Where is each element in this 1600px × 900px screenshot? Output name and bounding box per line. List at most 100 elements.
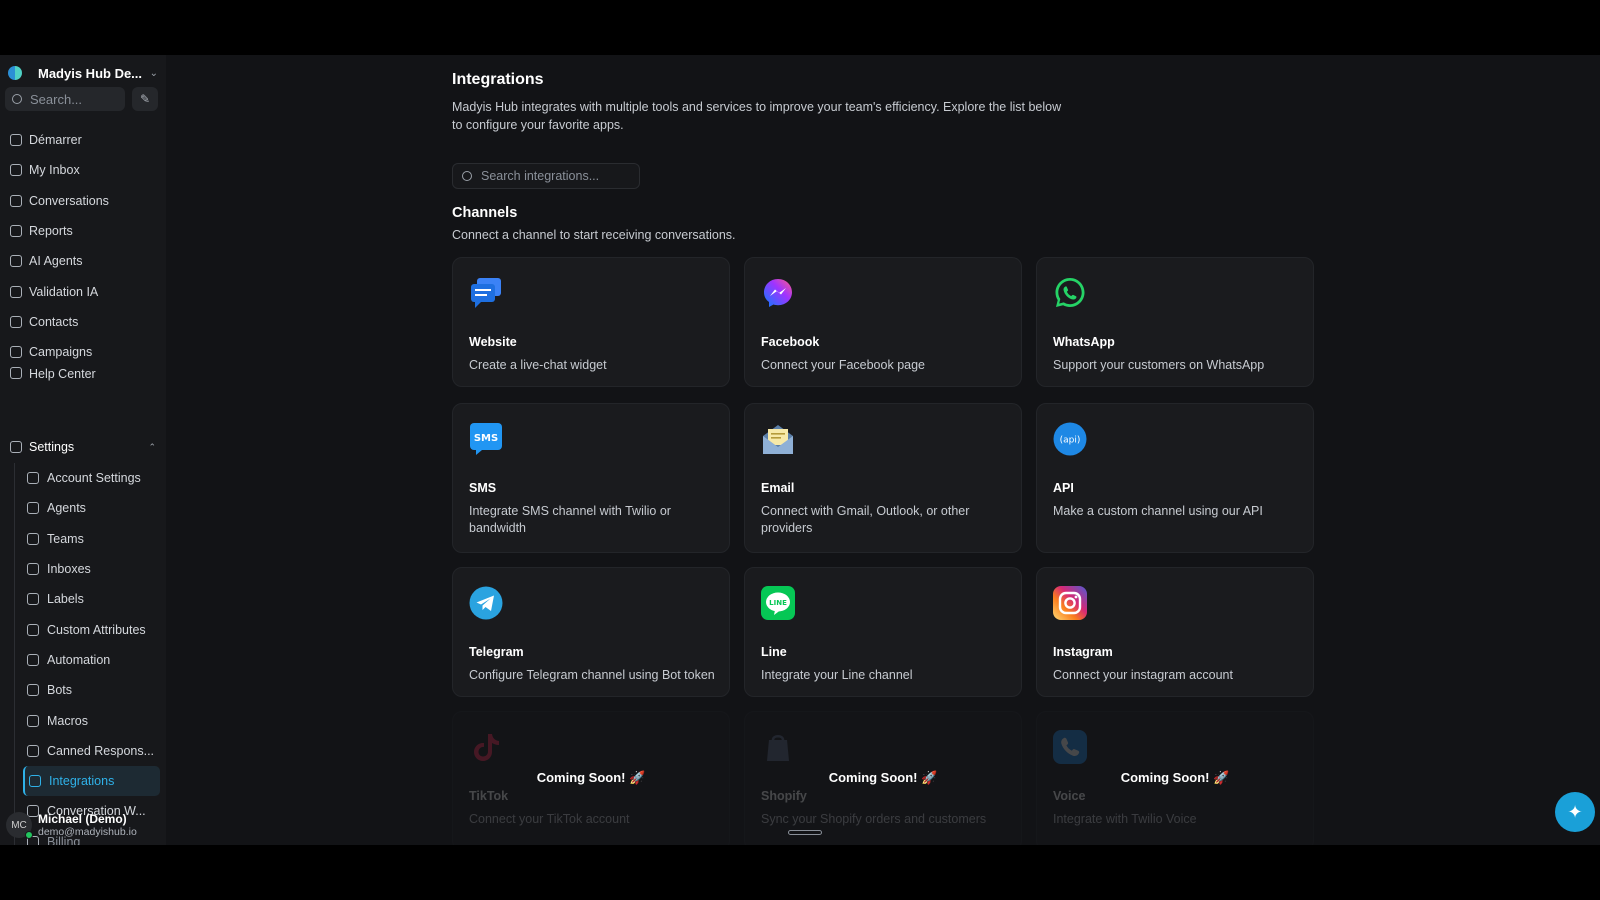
app-window: Madyis Hub De... ⌄ Search... ✎ Démarrer … [0, 55, 1600, 845]
coming-soon-card-tiktok: TikTok Connect your TikTok account Comin… [452, 711, 730, 845]
website-chat-icon [471, 278, 501, 308]
channel-description: Make a custom channel using our API [1053, 504, 1263, 518]
compose-icon: ✎ [139, 92, 151, 106]
chart-icon [10, 225, 22, 238]
channel-title: Shopify [761, 789, 807, 803]
coming-soon-label: Coming Soon! 🚀 [1120, 770, 1230, 785]
email-icon [763, 425, 793, 454]
settings-item-inboxes[interactable]: Inboxes [23, 554, 160, 584]
channel-card-website[interactable]: Website Create a live-chat widget [452, 257, 730, 387]
settings-item-integrations[interactable]: Integrations [23, 765, 160, 797]
scroll-indicator[interactable] [788, 830, 822, 835]
rocket-icon [10, 134, 22, 147]
section-title: Channels [452, 205, 518, 221]
search-icon [12, 94, 22, 104]
section-description: Connect a channel to start receiving con… [452, 228, 736, 242]
ai-assistant-button[interactable]: ✦ [1555, 792, 1595, 832]
channel-title: WhatsApp [1053, 335, 1115, 349]
nav-item-campaigns[interactable]: Campaigns [10, 337, 160, 367]
instagram-icon [1053, 586, 1087, 620]
nav-item-demarrer[interactable]: Démarrer [10, 125, 160, 155]
phone-icon [1053, 730, 1087, 764]
settings-item-agents[interactable]: Agents [23, 493, 160, 523]
messenger-icon [764, 279, 792, 307]
nav-item-reports[interactable]: Reports [10, 216, 160, 246]
channel-title: Website [469, 335, 517, 349]
settings-item-canned-responses[interactable]: Canned Respons... [23, 736, 160, 766]
book-icon [10, 367, 22, 380]
channel-card-api[interactable]: (api) API Make a custom channel using ou… [1036, 403, 1314, 553]
online-status-dot [25, 831, 33, 839]
nav-item-conversations[interactable]: Conversations [10, 186, 160, 216]
user-name: Michael (Demo) [38, 812, 127, 826]
channel-description: Support your customers on WhatsApp [1053, 358, 1265, 372]
chevron-up-icon: ⌃ [148, 441, 156, 452]
page-title: Integrations [452, 71, 544, 88]
channel-title: Voice [1053, 789, 1086, 803]
settings-item-automation[interactable]: Automation [23, 645, 160, 675]
channel-card-instagram[interactable]: Instagram Connect your instagram account [1036, 567, 1314, 697]
coming-soon-label: Coming Soon! 🚀 [536, 770, 646, 785]
inbox-icon [27, 563, 39, 576]
chevron-down-icon: ⌄ [149, 67, 158, 79]
sidebar-search-input[interactable]: Search... [5, 87, 125, 111]
channel-title: Line [761, 645, 787, 659]
channel-card-whatsapp[interactable]: WhatsApp Support your customers on Whats… [1036, 257, 1314, 387]
tag-icon [27, 593, 39, 606]
nav-item-my-inbox[interactable]: My Inbox [10, 155, 160, 185]
nav-item-validation-ia[interactable]: Validation IA [10, 276, 160, 306]
code-icon [27, 623, 39, 636]
integrations-search-placeholder: Search integrations... [481, 169, 600, 183]
workspace-name: Madyis Hub De... [38, 65, 143, 81]
settings-submenu: Account Settings Agents Teams Inboxes La… [14, 463, 160, 845]
settings-item-account-settings[interactable]: Account Settings [23, 463, 160, 493]
settings-item-teams[interactable]: Teams [23, 524, 160, 554]
sparkle-icon: ✦ [1567, 801, 1583, 822]
clipboard-icon [10, 285, 22, 298]
channel-title: Email [761, 481, 795, 495]
whatsapp-icon [1055, 278, 1085, 307]
automation-icon [27, 653, 39, 666]
channel-description: Integrate your Line channel [761, 668, 913, 682]
sms-icon: SMS [470, 423, 502, 455]
send-icon [10, 346, 22, 359]
nav-item-contacts[interactable]: Contacts [10, 307, 160, 337]
compose-button[interactable]: ✎ [132, 87, 158, 111]
channel-description: Connect your instagram account [1053, 668, 1233, 682]
channel-title: Facebook [761, 335, 820, 349]
channel-card-line[interactable]: LINE Line Integrate your Line channel [744, 567, 1022, 697]
channel-description: Create a live-chat widget [469, 358, 607, 372]
chat-icon [10, 194, 22, 207]
bot-icon [27, 684, 39, 697]
line-icon: LINE [761, 586, 795, 620]
settings-label: Settings [29, 440, 75, 454]
macro-icon [27, 714, 39, 727]
coming-soon-label: Coming Soon! 🚀 [828, 770, 938, 785]
svg-text:SMS: SMS [474, 433, 498, 444]
channel-title: API [1053, 481, 1074, 495]
settings-item-custom-attributes[interactable]: Custom Attributes [23, 614, 160, 644]
channel-card-facebook[interactable]: Facebook Connect your Facebook page [744, 257, 1022, 387]
settings-item-macros[interactable]: Macros [23, 705, 160, 735]
page-description: Madyis Hub integrates with multiple tool… [452, 100, 1062, 132]
nav-item-help-center[interactable]: Help Center [10, 367, 160, 381]
channel-card-telegram[interactable]: Telegram Configure Telegram channel usin… [452, 567, 730, 697]
channel-description: Connect your TikTok account [469, 812, 630, 826]
settings-group-toggle[interactable]: Settings ⌃ [10, 437, 156, 457]
settings-item-bots[interactable]: Bots [23, 675, 160, 705]
workspace-switcher[interactable]: Madyis Hub De... ⌄ [8, 59, 158, 87]
channel-title: Instagram [1053, 645, 1113, 659]
channel-title: TikTok [469, 789, 509, 803]
svg-text:(api): (api) [1060, 436, 1081, 446]
nav-item-ai-agents[interactable]: AI Agents [10, 246, 160, 276]
svg-text:LINE: LINE [769, 599, 787, 607]
channel-card-email[interactable]: Email Connect with Gmail, Outlook, or ot… [744, 403, 1022, 553]
user-profile[interactable]: MC Michael (Demo) demo@madyishub.io [6, 810, 161, 840]
integrations-search-input[interactable]: Search integrations... [452, 163, 640, 189]
sidebar: Madyis Hub De... ⌄ Search... ✎ Démarrer … [0, 55, 166, 845]
channel-card-sms[interactable]: SMS SMS Integrate SMS channel with Twili… [452, 403, 730, 553]
tiktok-icon [474, 734, 499, 761]
settings-item-labels[interactable]: Labels [23, 584, 160, 614]
agent-icon [27, 502, 39, 515]
avatar: MC [6, 812, 33, 839]
